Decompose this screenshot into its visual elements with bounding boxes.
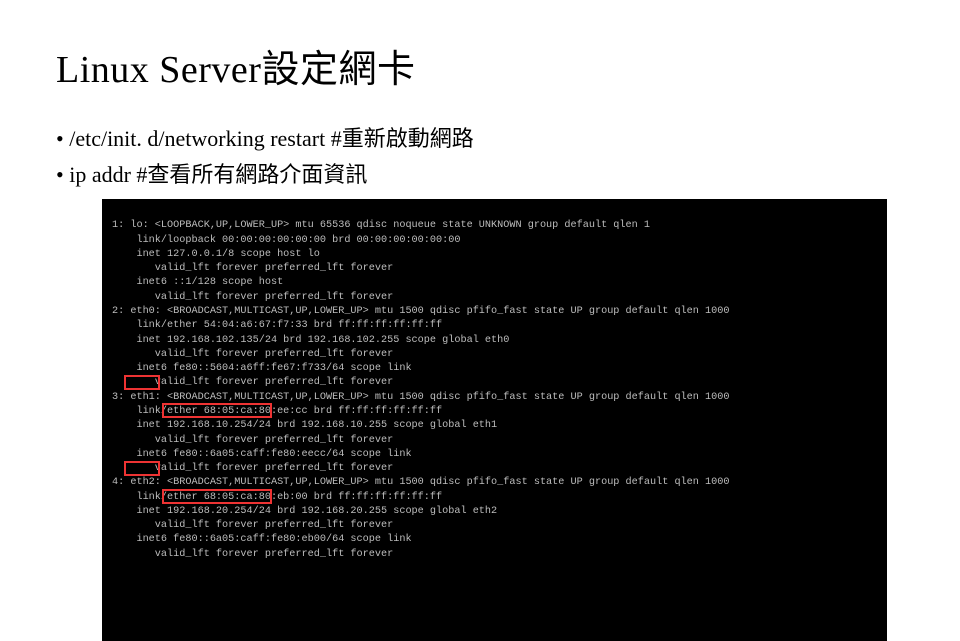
term-line: valid_lft forever preferred_lft forever xyxy=(112,463,393,474)
term-line: valid_lft forever preferred_lft forever xyxy=(112,549,393,560)
bullet-item: • /etc/init. d/networking restart #重新啟動網… xyxy=(56,121,904,153)
term-line: valid_lft forever preferred_lft forever xyxy=(112,349,393,360)
term-line: inet6 fe80::6a05:caff:fe80:eecc/64 scope… xyxy=(112,449,412,460)
slide-title: Linux Server設定網卡 xyxy=(56,38,904,93)
term-line: 4: eth2: <BROADCAST,MULTICAST,UP,LOWER_U… xyxy=(112,477,729,488)
term-line: 2: eth0: <BROADCAST,MULTICAST,UP,LOWER_U… xyxy=(112,306,729,317)
term-line: link/ether 68:05:ca:80:ee:cc brd ff:ff:f… xyxy=(112,406,442,417)
term-line: inet 192.168.20.254/24 brd 192.168.20.25… xyxy=(112,506,497,517)
term-line: link/ether 68:05:ca:80:eb:00 brd ff:ff:f… xyxy=(112,492,442,503)
term-line: 1: lo: <LOOPBACK,UP,LOWER_UP> mtu 65536 … xyxy=(112,220,650,231)
term-line: valid_lft forever preferred_lft forever xyxy=(112,435,393,446)
term-line: inet6 fe80::5604:a6ff:fe67:f733/64 scope… xyxy=(112,363,412,374)
term-line: inet 192.168.102.135/24 brd 192.168.102.… xyxy=(112,335,509,346)
slide: Linux Server設定網卡 • /etc/init. d/networki… xyxy=(0,0,960,540)
term-line: inet 192.168.10.254/24 brd 192.168.10.25… xyxy=(112,420,497,431)
term-line: 3: eth1: <BROADCAST,MULTICAST,UP,LOWER_U… xyxy=(112,392,729,403)
bullet-item: • ip addr #查看所有網路介面資訊 xyxy=(56,157,904,189)
term-line: valid_lft forever preferred_lft forever xyxy=(112,292,393,303)
term-line: link/ether 54:04:a6:67:f7:33 brd ff:ff:f… xyxy=(112,320,442,331)
term-line: valid_lft forever preferred_lft forever xyxy=(112,263,393,274)
term-line: inet 127.0.0.1/8 scope host lo xyxy=(112,249,320,260)
term-line: link/loopback 00:00:00:00:00:00 brd 00:0… xyxy=(112,235,460,246)
term-line: valid_lft forever preferred_lft forever xyxy=(112,377,393,388)
bullet-list: • /etc/init. d/networking restart #重新啟動網… xyxy=(56,121,904,189)
terminal-output: 1: lo: <LOOPBACK,UP,LOWER_UP> mtu 65536 … xyxy=(102,199,887,641)
term-line: valid_lft forever preferred_lft forever xyxy=(112,520,393,531)
term-line: inet6 ::1/128 scope host xyxy=(112,277,283,288)
